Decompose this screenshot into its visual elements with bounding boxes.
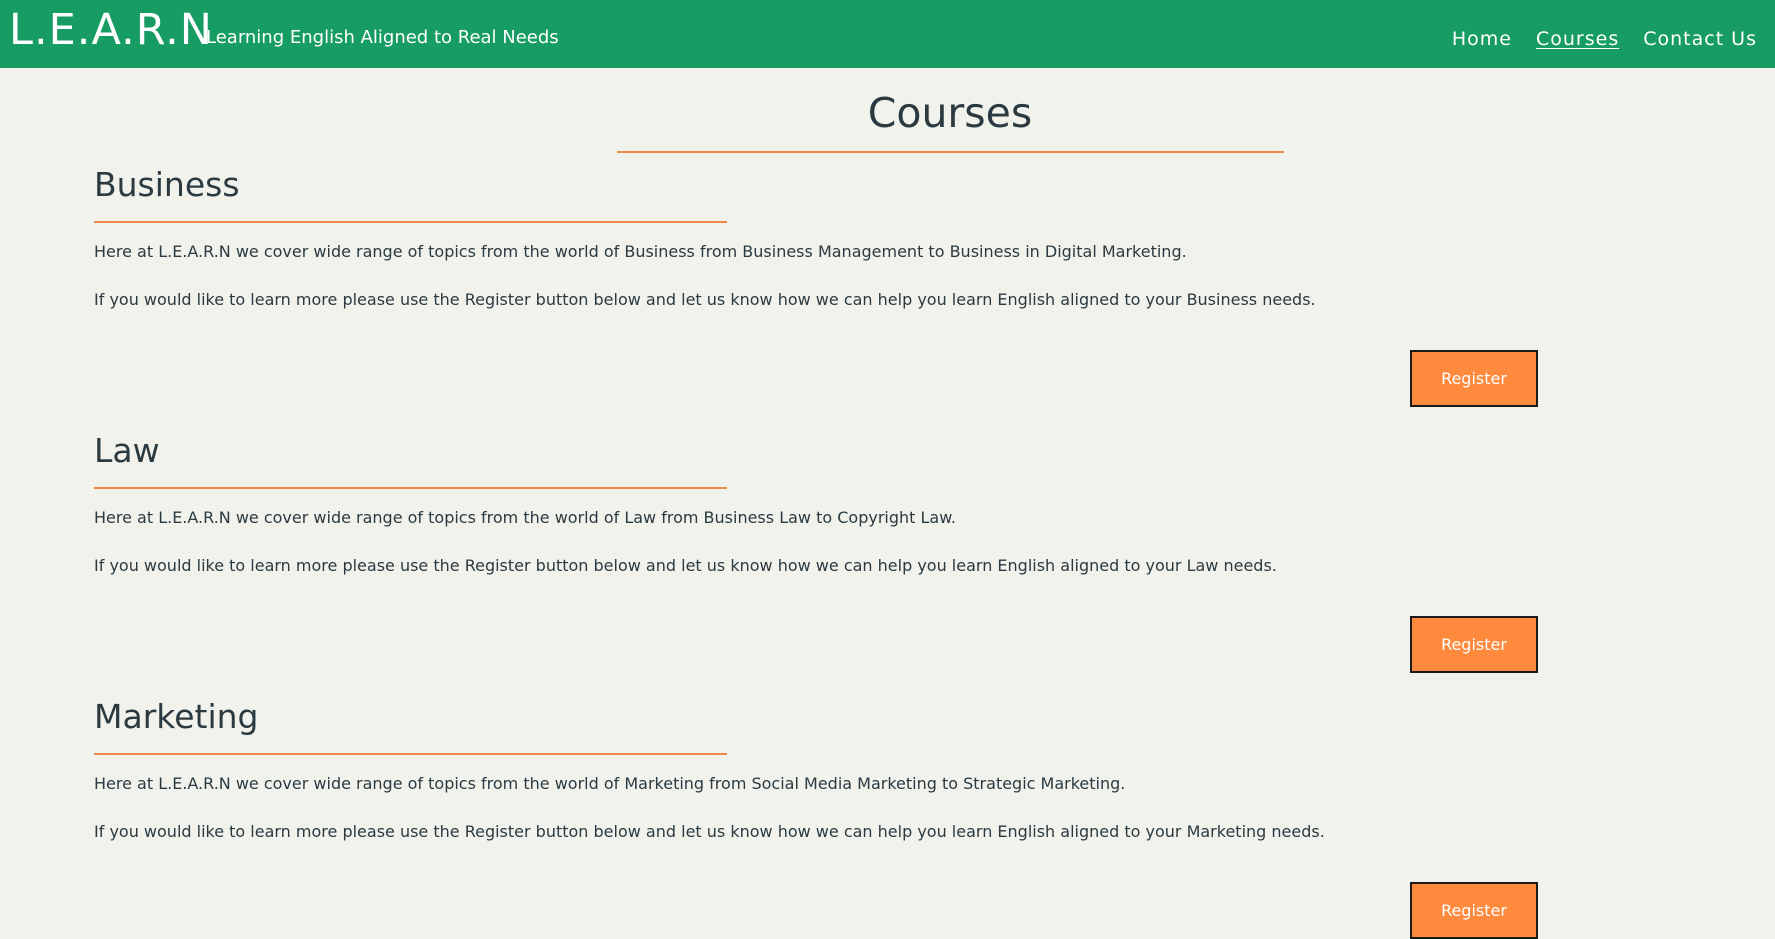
section-description: Here at L.E.A.R.N we cover wide range of… bbox=[94, 774, 1126, 793]
main-nav: Home Courses Contact Us bbox=[1452, 26, 1757, 52]
site-header: L.E.A.R.N Learning English Aligned to Re… bbox=[0, 0, 1775, 68]
section-divider bbox=[94, 221, 727, 223]
page-title: Courses bbox=[867, 89, 1033, 137]
section-register-prompt: If you would like to learn more please u… bbox=[94, 290, 1316, 309]
register-button-law[interactable]: Register bbox=[1410, 616, 1538, 673]
section-description: Here at L.E.A.R.N we cover wide range of… bbox=[94, 242, 1187, 261]
nav-contact-link[interactable]: Contact Us bbox=[1643, 26, 1757, 52]
section-register-prompt: If you would like to learn more please u… bbox=[94, 556, 1277, 575]
nav-courses-link[interactable]: Courses bbox=[1536, 26, 1619, 52]
section-divider bbox=[94, 753, 727, 755]
section-heading: Business bbox=[94, 165, 240, 204]
title-divider bbox=[617, 151, 1284, 153]
section-heading: Law bbox=[94, 431, 160, 470]
site-logo[interactable]: L.E.A.R.N bbox=[9, 4, 213, 56]
section-heading: Marketing bbox=[94, 697, 259, 736]
section-divider bbox=[94, 487, 727, 489]
section-description: Here at L.E.A.R.N we cover wide range of… bbox=[94, 508, 956, 527]
site-tagline: Learning English Aligned to Real Needs bbox=[206, 27, 559, 48]
section-register-prompt: If you would like to learn more please u… bbox=[94, 822, 1325, 841]
nav-home-link[interactable]: Home bbox=[1452, 26, 1512, 52]
register-button-marketing[interactable]: Register bbox=[1410, 882, 1538, 939]
register-button-business[interactable]: Register bbox=[1410, 350, 1538, 407]
